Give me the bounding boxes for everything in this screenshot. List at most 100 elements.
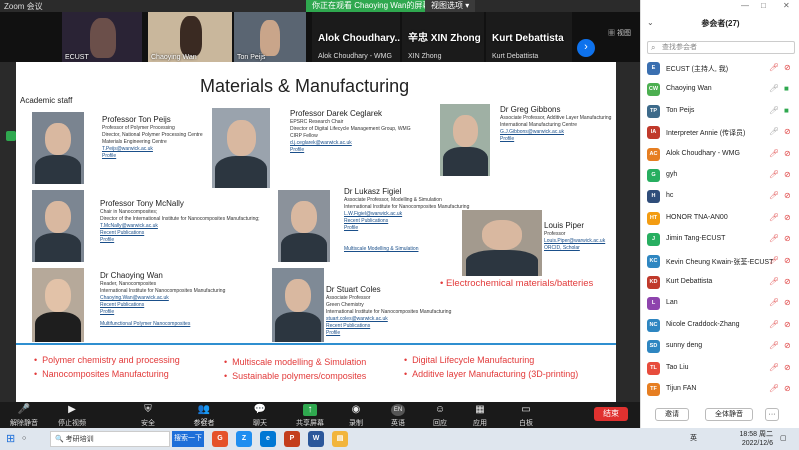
- person-email-link[interactable]: d.j.ceglarek@warwick.ac.uk: [290, 140, 411, 147]
- person-email-link[interactable]: L.W.Figiel@warwick.ac.uk: [344, 211, 469, 218]
- video-tile-ton[interactable]: Ton Peijs: [234, 12, 306, 62]
- more-options-button[interactable]: ···: [765, 408, 779, 421]
- end-meeting-button[interactable]: 结束: [594, 407, 628, 421]
- mic-muted-icon[interactable]: 🎤︎: [769, 63, 779, 72]
- profile-link[interactable]: Profile: [326, 330, 451, 337]
- video-off-icon[interactable]: ⊘: [784, 234, 791, 243]
- research-area-link[interactable]: Multiscale Modelling & Simulation: [344, 246, 469, 253]
- zoom-app-icon[interactable]: Z: [236, 431, 252, 447]
- view-button[interactable]: ▦ 视图: [608, 28, 631, 38]
- taskbar-search-button[interactable]: 搜索一下: [172, 431, 204, 447]
- person-email-link[interactable]: G.J.Gibbons@warwick.ac.uk: [500, 129, 611, 136]
- app-g-icon[interactable]: G: [212, 431, 228, 447]
- share-screen-button[interactable]: ↑ 共享屏幕: [288, 403, 332, 428]
- input-language-indicator[interactable]: 英: [690, 431, 697, 447]
- unmute-button[interactable]: 🎤 解除静音: [2, 403, 46, 428]
- reactions-button[interactable]: ☺ 回应: [418, 403, 462, 428]
- mic-muted-icon[interactable]: 🎤︎: [769, 277, 779, 286]
- video-off-icon[interactable]: ⊘: [784, 213, 791, 222]
- file-explorer-icon[interactable]: ▤: [332, 431, 348, 447]
- close-icon[interactable]: ✕: [783, 1, 790, 10]
- video-off-icon[interactable]: ⊘: [784, 341, 791, 350]
- video-tile-chaoying[interactable]: Chaoying Wan: [148, 12, 232, 62]
- video-tile-alok[interactable]: Alok Choudhary... Alok Choudhary - WMG: [312, 12, 400, 62]
- invite-button[interactable]: 邀请: [655, 408, 689, 421]
- mic-muted-icon[interactable]: 🎤︎: [769, 149, 779, 158]
- view-options-button[interactable]: 视图选项 ▾: [425, 0, 476, 12]
- research-area-link[interactable]: Multifunctional Polymer Nanocomposites: [100, 321, 225, 328]
- apps-button[interactable]: ▦ 应用: [458, 403, 502, 428]
- participant-row[interactable]: L Lan 🎤︎ ⊘: [641, 294, 799, 314]
- search-icon[interactable]: ○: [22, 431, 26, 447]
- participant-row[interactable]: IA Interpreter Annie (传译员) 🎤︎ ⊘: [641, 123, 799, 143]
- participant-row[interactable]: TF Tijun FAN 🎤︎ ⊘: [641, 380, 799, 400]
- orcid-link[interactable]: ORCID, Scholar: [544, 245, 605, 252]
- video-off-icon[interactable]: ⊘: [784, 277, 791, 286]
- participant-row[interactable]: KC Kevin Cheung Kwain-张荃-ECUST 🎤︎ ⊘: [641, 252, 799, 272]
- participant-search-input[interactable]: ⌕ 查找参会者: [647, 41, 795, 54]
- mic-muted-icon[interactable]: 🎤︎: [769, 170, 779, 179]
- video-tile-ecust[interactable]: ECUST: [62, 12, 142, 62]
- record-button[interactable]: ◉ 录制: [334, 403, 378, 428]
- video-off-icon[interactable]: ⊘: [784, 191, 791, 200]
- publications-link[interactable]: Recent Publications: [326, 323, 451, 330]
- mic-muted-icon[interactable]: 🎤︎: [769, 256, 779, 265]
- publications-link[interactable]: Recent Publications: [100, 230, 260, 237]
- person-email-link[interactable]: T.Peijs@warwick.ac.uk: [102, 146, 203, 153]
- participants-button[interactable]: 👥27 参会者: [182, 403, 226, 428]
- video-off-icon[interactable]: ⊘: [784, 384, 791, 393]
- video-off-icon[interactable]: ⊘: [784, 170, 791, 179]
- video-off-icon[interactable]: ⊘: [784, 320, 791, 329]
- participant-row[interactable]: J Jimin Tang-ECUST 🎤︎ ⊘: [641, 230, 799, 250]
- chat-button[interactable]: 💬 聊天: [238, 403, 282, 428]
- video-off-icon[interactable]: ⊘: [784, 127, 791, 136]
- publications-link[interactable]: Recent Publications: [344, 218, 469, 225]
- participant-row[interactable]: NC Nicole Craddock-Zhang 🎤︎ ⊘: [641, 316, 799, 336]
- person-email-link[interactable]: stuart.coles@warwick.ac.uk: [326, 316, 451, 323]
- whiteboard-button[interactable]: ▭ 白板: [504, 403, 548, 428]
- video-off-icon[interactable]: ⊘: [784, 149, 791, 158]
- profile-link[interactable]: Profile: [102, 153, 203, 160]
- notification-icon[interactable]: ▢: [780, 431, 787, 447]
- powerpoint-icon[interactable]: P: [284, 431, 300, 447]
- windows-start-icon[interactable]: ⊞: [6, 431, 15, 447]
- maximize-icon[interactable]: □: [761, 1, 766, 10]
- next-page-arrow-icon[interactable]: ›: [577, 39, 595, 57]
- participant-row[interactable]: E ECUST (主持人, 我) 🎤︎ ⊘: [641, 59, 799, 79]
- profile-link[interactable]: Profile: [100, 309, 225, 316]
- participant-row[interactable]: TL Tao Liu 🎤︎ ⊘: [641, 359, 799, 379]
- mic-muted-icon[interactable]: 🎤︎: [769, 341, 779, 350]
- profile-link[interactable]: Profile: [500, 136, 611, 143]
- profile-link[interactable]: Profile: [344, 225, 469, 232]
- mute-all-button[interactable]: 全体静音: [705, 408, 753, 421]
- mic-muted-icon[interactable]: 🎤︎: [769, 384, 779, 393]
- participant-row[interactable]: AC Alok Choudhary - WMG 🎤︎ ⊘: [641, 145, 799, 165]
- video-off-icon[interactable]: ⊘: [784, 63, 791, 72]
- taskbar-search-input[interactable]: 🔍 考研培训: [50, 431, 170, 447]
- publications-link[interactable]: Recent Publications: [100, 302, 225, 309]
- person-email-link[interactable]: Louis.Piper@warwick.ac.uk: [544, 238, 605, 245]
- participant-row[interactable]: KD Kurt Debattista 🎤︎ ⊘: [641, 273, 799, 293]
- person-email-link[interactable]: Chaoying.Wan@warwick.ac.uk: [100, 295, 225, 302]
- mic-icon[interactable]: 🎤︎: [769, 106, 779, 115]
- video-off-icon[interactable]: ⊘: [784, 298, 791, 307]
- mic-muted-icon[interactable]: 🎤︎: [769, 191, 779, 200]
- mic-muted-icon[interactable]: 🎤︎: [769, 234, 779, 243]
- participant-row[interactable]: Hhc 🎤︎ ⊘: [641, 187, 799, 207]
- word-icon[interactable]: W: [308, 431, 324, 447]
- video-camera-icon[interactable]: ■: [784, 106, 789, 115]
- video-tile-kurt[interactable]: Kurt Debattista Kurt Debattista: [486, 12, 572, 62]
- mic-icon[interactable]: 🎤︎: [769, 127, 779, 136]
- person-email-link[interactable]: T.McNally@warwick.ac.uk: [100, 223, 260, 230]
- profile-link[interactable]: Profile: [100, 237, 260, 244]
- language-button[interactable]: EN 英语: [376, 403, 420, 428]
- video-camera-icon[interactable]: ■: [784, 84, 789, 93]
- security-button[interactable]: ⛨ 安全: [126, 403, 170, 428]
- edge-browser-icon[interactable]: e: [260, 431, 276, 447]
- video-tile-xin[interactable]: 辛忠 XIN Zhong XIN Zhong: [402, 12, 484, 62]
- mic-icon[interactable]: 🎤︎: [769, 84, 779, 93]
- participant-row[interactable]: Ggyh 🎤︎ ⊘: [641, 166, 799, 186]
- minimize-icon[interactable]: —: [741, 1, 749, 10]
- video-off-icon[interactable]: ⊘: [784, 363, 791, 372]
- system-clock[interactable]: 18:58 周二 2022/12/6: [740, 430, 773, 448]
